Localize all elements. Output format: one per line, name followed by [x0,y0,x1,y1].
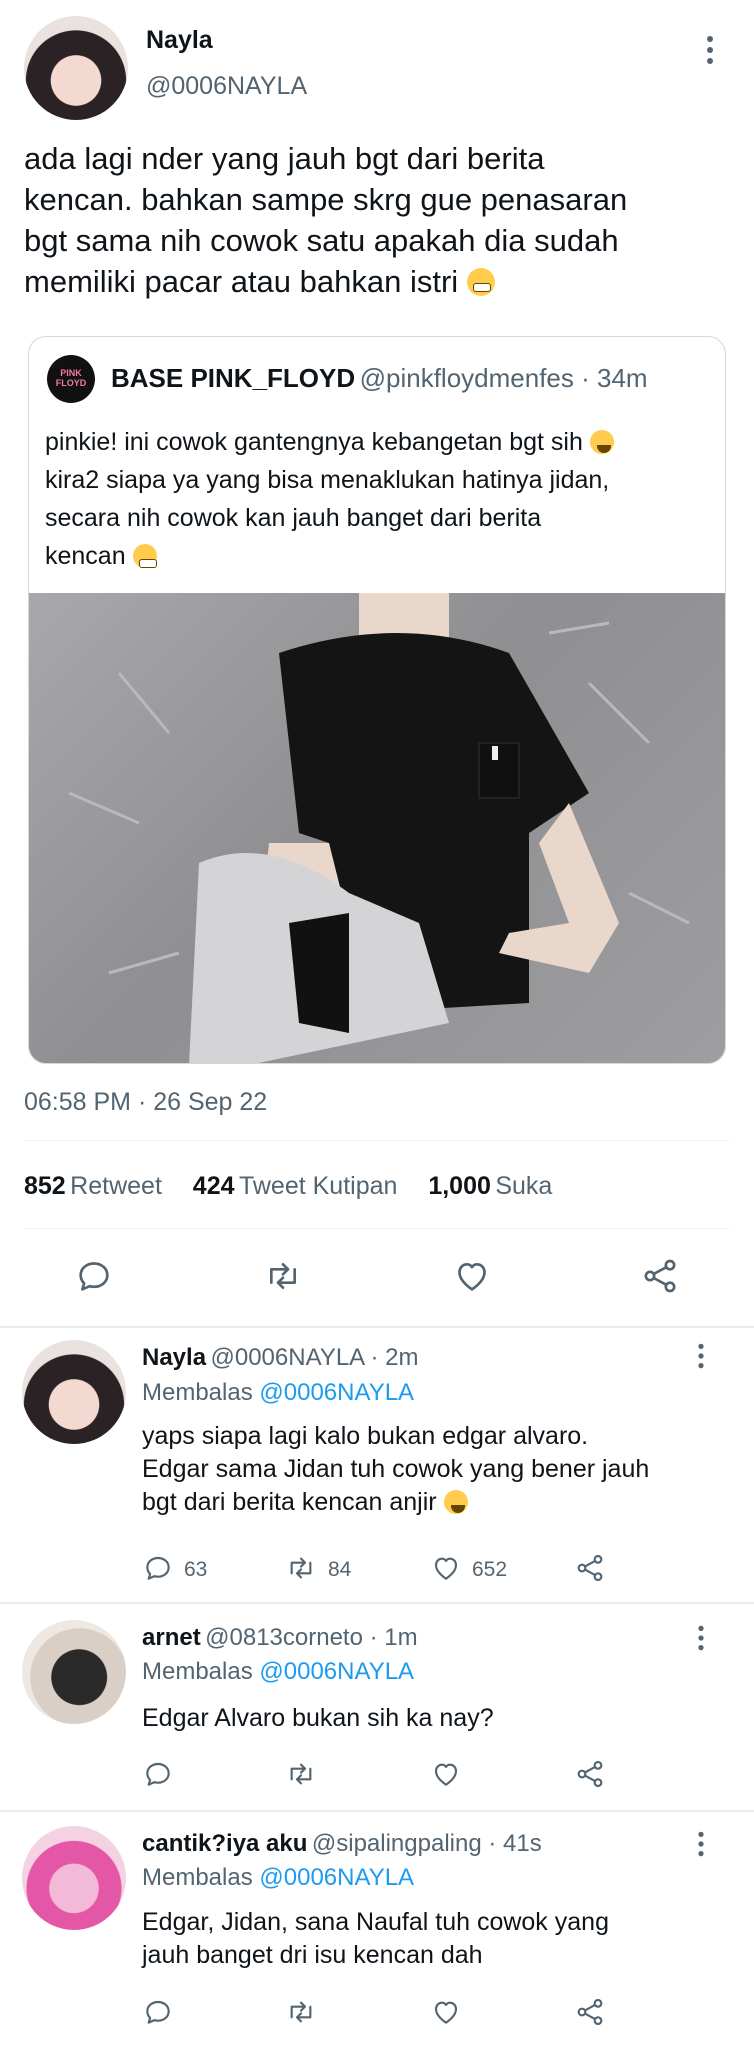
divider [24,1228,730,1229]
retweet-icon[interactable] [284,1552,318,1584]
author-handle[interactable]: @0006NAYLA [146,72,307,101]
crying-emoji-icon [589,430,614,454]
replying-prefix: Membalas [142,1864,253,1891]
reply-avatar[interactable] [22,1340,126,1444]
avatar-logo-text: PINK FLOYD [55,368,87,388]
reply-text: Edgar, Jidan, sana Naufal tuh cowok yang… [142,1908,609,1969]
reply-author-meta[interactable]: @0813corneto · 1m [205,1624,417,1651]
author-name[interactable]: Nayla [146,26,213,55]
tweet-timestamp[interactable]: 06:58 PM · 26 Sep 22 [24,1088,267,1117]
reply-avatar[interactable] [22,1620,126,1724]
reply-action-bar [142,1996,622,2032]
author-avatar[interactable] [24,16,128,120]
retweet-icon[interactable] [262,1256,304,1296]
reply-icon[interactable] [142,1758,174,1790]
more-icon[interactable] [690,1342,712,1370]
more-icon[interactable] [690,1830,712,1858]
reply-icon[interactable] [74,1256,114,1296]
reply-icon[interactable] [142,1552,174,1584]
reply-author-name[interactable]: Nayla [142,1344,206,1371]
divider [0,1326,754,1328]
share-icon[interactable] [640,1256,680,1296]
retweet-icon[interactable] [284,1996,318,2028]
more-icon[interactable] [698,34,722,66]
like-icon[interactable] [430,1996,462,2028]
more-icon[interactable] [690,1624,712,1652]
share-icon[interactable] [574,1996,606,2028]
quoted-author-meta: @pinkfloydmenfes · 34m [359,363,648,393]
quoted-author-avatar: PINK FLOYD [47,355,95,403]
reply-author-meta[interactable]: @0006NAYLA · 2m [211,1344,419,1371]
quoted-tweet-text: pinkie! ini cowok gantengnya kebangetan … [45,423,715,575]
like-icon[interactable] [430,1758,462,1790]
crying-emoji-icon [443,1490,468,1514]
tweet-stats: 852 Retweet 424 Tweet Kutipan 1,000 Suka [24,1172,552,1201]
divider [0,1810,754,1812]
reply-text: Edgar Alvaro bukan sih ka nay? [142,1704,494,1732]
grimacing-emoji-icon [132,544,157,568]
tweet-photo[interactable] [29,593,725,1063]
share-icon[interactable] [574,1552,606,1584]
replying-prefix: Membalas [142,1658,253,1685]
replying-prefix: Membalas [142,1379,253,1406]
reply-icon[interactable] [142,1996,174,2028]
grimacing-emoji-icon [466,268,495,296]
like-count: 652 [472,1558,508,1581]
replying-to-link[interactable]: @0006NAYLA [259,1379,414,1406]
divider [0,1602,754,1604]
person-photo-icon [68,593,690,1063]
quote-stat[interactable]: 424 Tweet Kutipan [193,1172,398,1200]
quoted-author-name: BASE PINK_FLOYD [111,363,356,393]
replying-to-link[interactable]: @0006NAYLA [259,1864,414,1891]
retweet-icon[interactable] [284,1758,318,1790]
share-icon[interactable] [574,1758,606,1790]
reply-action-bar: 63 84 652 [142,1552,622,1588]
reply-author-meta[interactable]: @sipalingpaling · 41s [312,1830,542,1857]
like-icon[interactable] [452,1256,492,1296]
reply-action-bar [142,1758,622,1794]
reply-author-name[interactable]: arnet [142,1624,201,1651]
reply-count: 63 [184,1558,208,1581]
reply-text: yaps siapa lagi kalo bukan edgar alvaro.… [142,1422,650,1516]
like-icon[interactable] [430,1552,462,1584]
reply-avatar[interactable] [22,1826,126,1930]
divider [24,1140,730,1141]
like-stat[interactable]: 1,000 Suka [428,1172,552,1200]
tweet-text: ada lagi nder yang jauh bgt dari berita … [24,141,628,299]
quoted-tweet-card[interactable]: PINK FLOYD BASE PINK_FLOYD @pinkfloydmen… [28,336,726,1064]
retweet-stat[interactable]: 852 Retweet [24,1172,162,1200]
retweet-count: 84 [328,1558,352,1581]
replying-to-link[interactable]: @0006NAYLA [259,1658,414,1685]
reply-author-name[interactable]: cantik?iya aku [142,1830,307,1857]
